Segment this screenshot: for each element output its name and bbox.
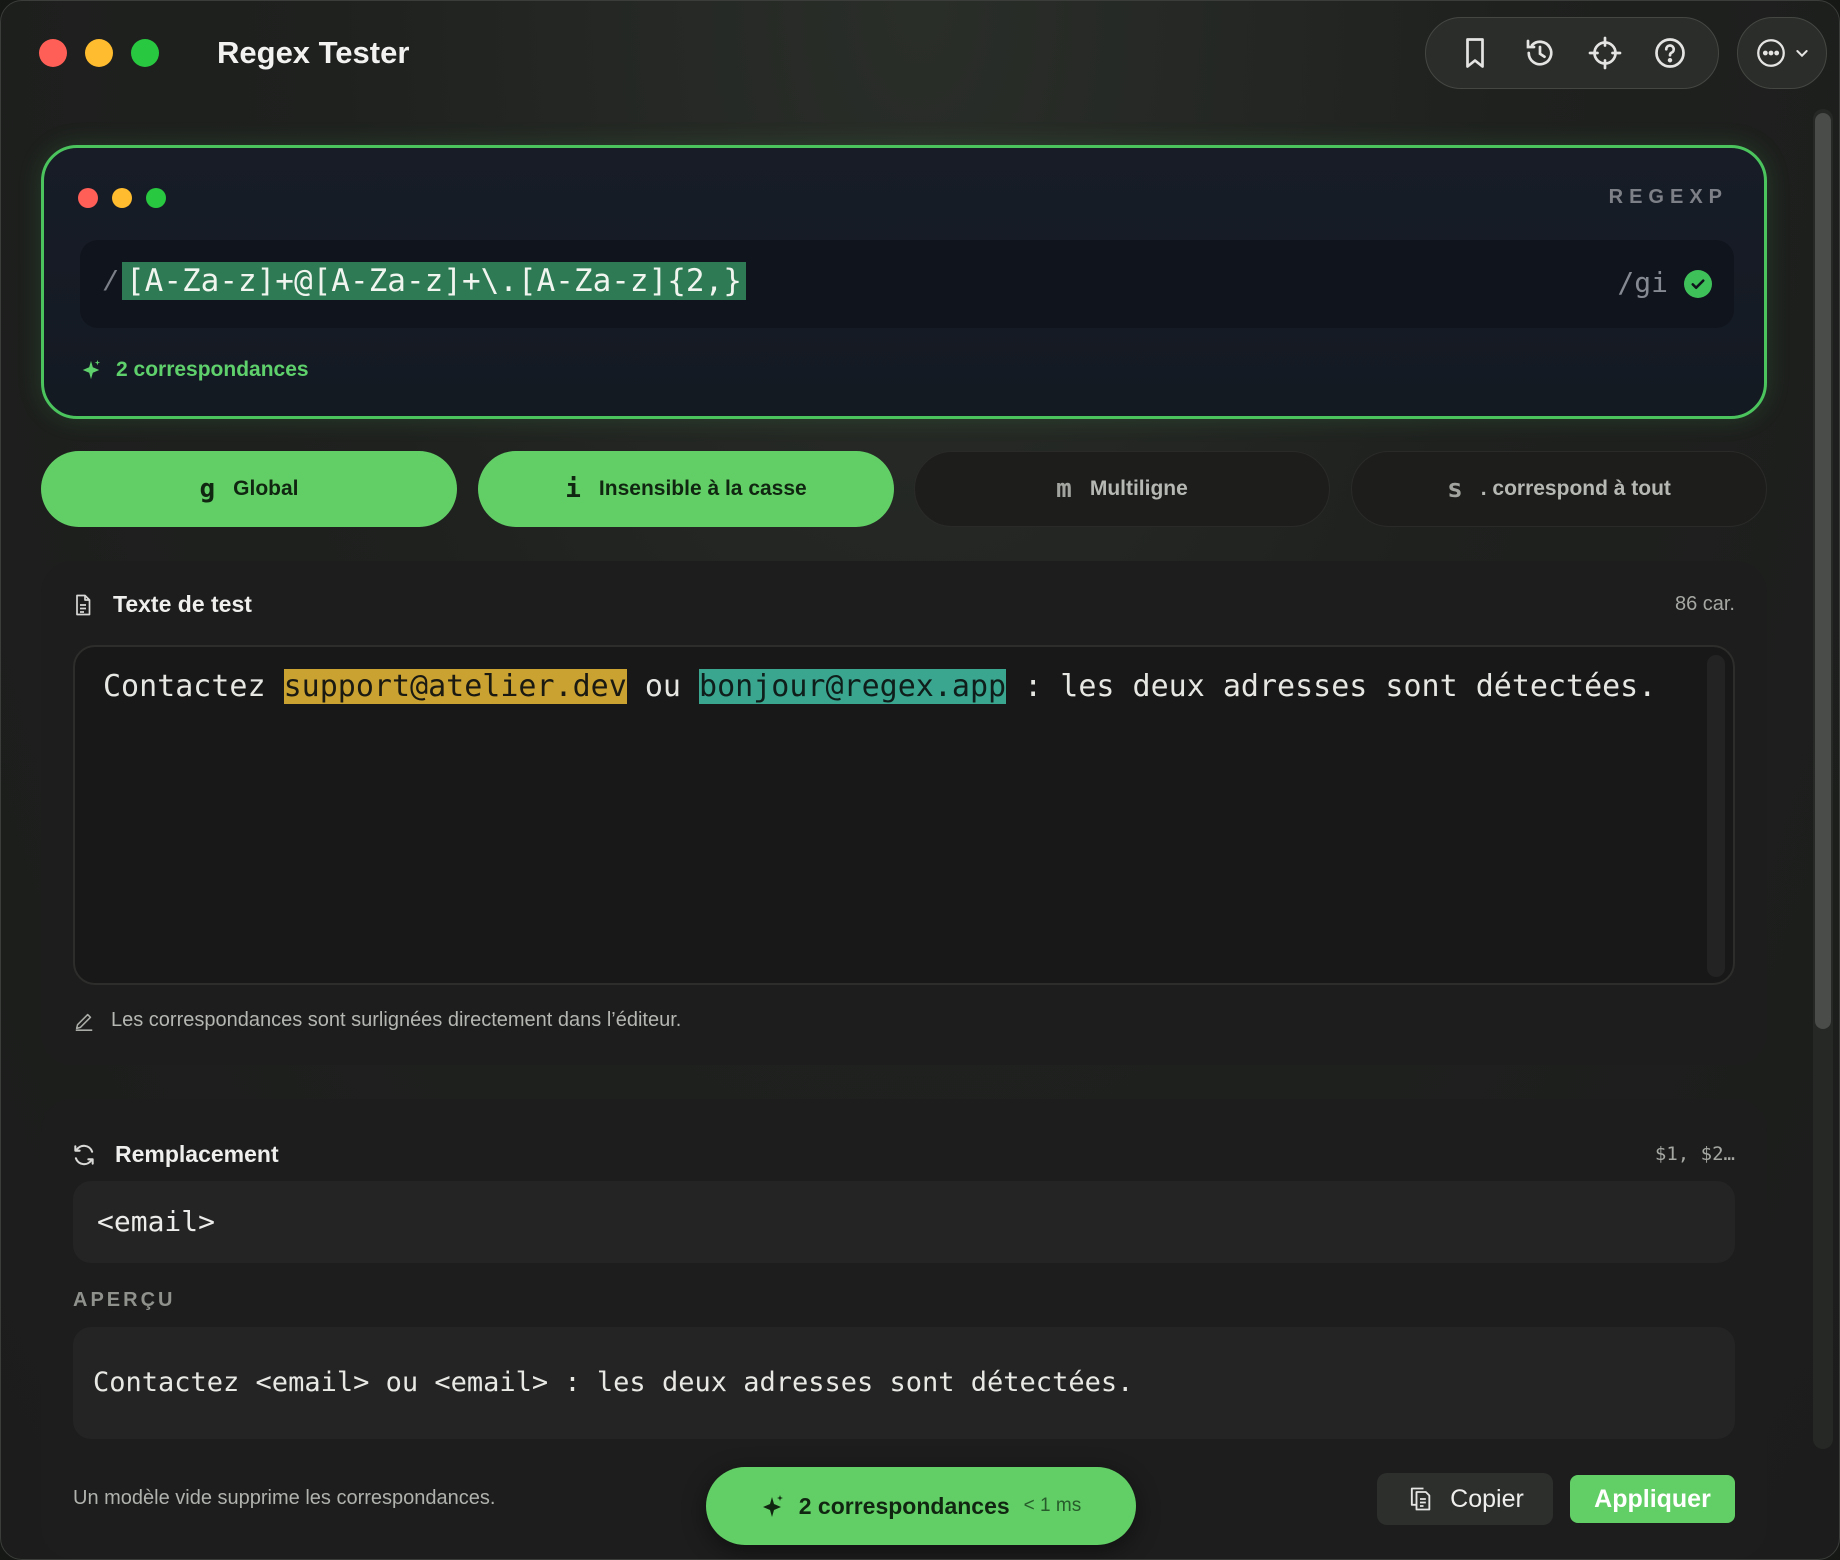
help-icon (1654, 38, 1685, 68)
target-button[interactable] (1579, 27, 1631, 79)
char-count: 86 car. (1674, 593, 1735, 615)
sparkle-icon (762, 1495, 783, 1517)
status-match-count: 2 correspondances (798, 1492, 1010, 1519)
apply-button[interactable]: Appliquer (1570, 1475, 1735, 1523)
flag-label: Multiligne (1089, 477, 1188, 500)
copy-icon (1411, 1487, 1431, 1511)
highlight-hint: Les correspondances sont surlignées dire… (73, 1009, 681, 1032)
refresh-icon (74, 1144, 94, 1165)
test-text-header: Texte de test (71, 591, 252, 618)
preview-text: Contactez <email> ou <email> : les deux … (93, 1367, 1134, 1398)
bookmark-icon (1465, 38, 1484, 68)
flag-label: Global (233, 477, 299, 500)
copy-label: Copier (1450, 1484, 1524, 1513)
history-button[interactable] (1514, 27, 1566, 79)
replacement-title: Remplacement (115, 1141, 279, 1167)
decorative-red-dot (78, 188, 98, 208)
flag-letter: m (1056, 474, 1072, 504)
test-text-editor[interactable]: Contactez support@atelier.dev ou bonjour… (73, 645, 1735, 985)
match-count-label: 2 correspondances (116, 358, 309, 381)
replacement-header: Remplacement (71, 1141, 279, 1168)
help-button[interactable] (1644, 27, 1696, 79)
replacement-input[interactable]: <email> (73, 1181, 1735, 1263)
flag-multiline-toggle[interactable]: m Multiligne (914, 451, 1330, 527)
apply-label: Appliquer (1594, 1484, 1711, 1513)
more-menu-button[interactable] (1737, 17, 1827, 89)
text-segment: ou (626, 669, 700, 704)
text-segment: Contactez (103, 669, 284, 704)
match-highlight-2: bonjour@regex.app (699, 669, 1007, 704)
title-bar: Regex Tester (1, 1, 1839, 105)
history-icon (1526, 39, 1553, 66)
decorative-green-dot (146, 188, 166, 208)
minimize-window-button[interactable] (85, 39, 113, 67)
status-pill: 2 correspondances < 1 ms (706, 1467, 1136, 1545)
app-title: Regex Tester (217, 35, 410, 70)
regex-pattern[interactable]: [A-Za-z]+@[A-Za-z]+\.[A-Za-z]{2,} (122, 262, 746, 300)
footer-note: Un modèle vide supprime les correspondan… (73, 1487, 496, 1509)
flag-letter: i (565, 474, 581, 504)
crosshair-icon (1588, 36, 1621, 70)
flag-label: . correspond à tout (1480, 477, 1671, 500)
document-icon (76, 594, 91, 615)
zoom-window-button[interactable] (131, 39, 159, 67)
regexp-tag: REGEXP (1608, 186, 1728, 208)
flag-letter: g (199, 474, 216, 504)
app-window: Regex Tester REGEXP / [A-Za-z]+@[A-Za-z]… (0, 0, 1840, 1560)
flag-ignore-case-toggle[interactable]: i Insensible à la casse (478, 451, 894, 527)
regex-input[interactable]: / [A-Za-z]+@[A-Za-z]+\.[A-Za-z]{2,} /gi (80, 240, 1734, 328)
test-text-content[interactable]: Contactez support@atelier.dev ou bonjour… (103, 669, 1663, 705)
hint-text: Les correspondances sont surlignées dire… (111, 1009, 682, 1031)
chevron-down-icon (1796, 50, 1808, 58)
close-window-button[interactable] (39, 39, 67, 67)
test-text-title: Texte de test (113, 591, 252, 617)
scrollbar-thumb[interactable] (1815, 113, 1831, 1029)
editor-scrollbar[interactable] (1707, 655, 1725, 977)
match-highlight-1: support@atelier.dev (283, 669, 627, 704)
replacement-value[interactable]: <email> (97, 1205, 215, 1238)
flag-dotall-toggle[interactable]: s . correspond à tout (1351, 451, 1767, 527)
status-duration: < 1 ms (1023, 1495, 1082, 1516)
regex-flags: /gi (1617, 266, 1668, 299)
copy-button[interactable]: Copier (1377, 1473, 1553, 1525)
decorative-yellow-dot (112, 188, 132, 208)
group-reference-hint: $1, $2… (1654, 1143, 1735, 1165)
ellipsis-icon (1757, 39, 1785, 67)
flag-label: Insensible à la casse (598, 477, 807, 500)
flag-letter: s (1447, 474, 1463, 504)
bookmark-button[interactable] (1449, 27, 1501, 79)
match-count: 2 correspondances (80, 358, 309, 382)
valid-check-icon (1684, 270, 1712, 298)
preview-box: Contactez <email> ou <email> : les deux … (73, 1327, 1735, 1439)
regex-card: REGEXP / [A-Za-z]+@[A-Za-z]+\.[A-Za-z]{2… (41, 145, 1767, 419)
pencil-icon (75, 1013, 93, 1031)
toolbar-group (1425, 17, 1719, 89)
preview-label: APERÇU (73, 1289, 176, 1311)
sparkle-icon (82, 359, 101, 380)
regex-open-slash: / (102, 268, 119, 299)
test-text-panel: Texte de test 86 car. Contactez support@… (41, 561, 1767, 1065)
flag-global-toggle[interactable]: g Global (41, 451, 457, 527)
text-segment: : les deux adresses sont détectées. (1006, 669, 1657, 704)
